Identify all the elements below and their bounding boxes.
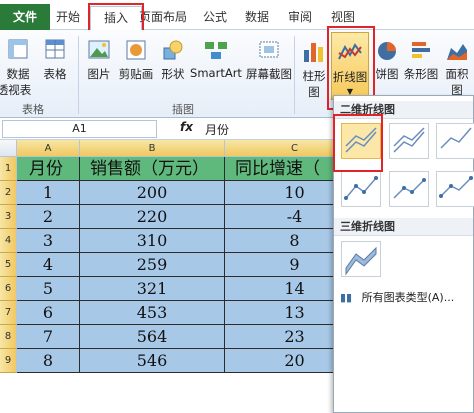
row-header[interactable]: 5 [0,253,17,277]
tab-review[interactable]: 审阅 [283,6,317,28]
shapes-label: 形状 [161,67,185,81]
chart-type-stacked-line-markers[interactable] [389,171,429,207]
header-cell[interactable]: 月份 [17,157,80,181]
row-header[interactable]: 9 [0,349,17,373]
row-header[interactable]: 3 [0,205,17,229]
picture-label: 图片 [87,67,111,81]
column-header-b[interactable]: B [80,140,225,157]
highlight-line-chart-option [333,114,383,172]
chart-type-3d-line[interactable] [341,241,381,277]
table-icon [45,39,65,59]
column-chart-label: 柱形图 [302,69,326,99]
data-cell[interactable]: 6 [17,301,80,325]
screenshot-label: 屏幕截图 [246,67,292,81]
screenshot-icon [259,41,279,58]
formula-value[interactable]: 月份 [205,121,229,138]
header-cell[interactable]: 销售额（万元） [80,157,225,181]
row-header[interactable]: 8 [0,325,17,349]
pie-chart-icon [378,42,396,60]
data-cell[interactable]: 5 [17,277,80,301]
shapes-button[interactable]: 形状 [156,38,190,82]
chart-type-stacked-line[interactable] [389,123,429,159]
data-cell[interactable]: 4 [17,253,80,277]
data-cell[interactable]: 1 [17,181,80,205]
chart-type-line-markers[interactable] [341,171,381,207]
row-header[interactable]: 4 [0,229,17,253]
bar-chart-label: 条形图 [403,67,439,81]
screenshot-button[interactable]: 屏幕截图 [244,38,294,82]
bar-chart-icon [412,42,430,58]
highlight-insert-tab [88,3,144,33]
chart-icon: ▮▮ [340,291,353,304]
chart-type-100-stacked-line-markers[interactable] [436,171,474,207]
column-chart-icon [304,43,323,62]
area-chart-button[interactable]: 面积图 [440,38,474,98]
table-button[interactable]: 表格 [38,38,72,82]
picture-icon [88,40,110,59]
row-header[interactable]: 1 [0,157,17,181]
section-3d-line: 三维折线图 [334,218,473,236]
tab-view[interactable]: 视图 [326,6,360,28]
clipart-label: 剪贴画 [118,67,154,81]
ribbon-separator [78,36,79,114]
clipart-icon [126,40,146,60]
area-chart-label: 面积图 [445,67,469,97]
group-illustrations-label: 插图 [172,103,194,116]
data-cell[interactable]: 2 [17,205,80,229]
row-header[interactable]: 7 [0,301,17,325]
ribbon-separator [294,36,295,114]
pivot-table-label: 数据 [6,67,30,81]
row-header[interactable]: 6 [0,277,17,301]
data-cell[interactable]: 564 [80,325,225,349]
excel-window: 文件 开始 插入 页面布局 公式 数据 审阅 视图 数据 透视表 表格 表格 图… [0,0,474,413]
column-chart-button[interactable]: 柱形图 [297,38,331,100]
smartart-icon [205,42,227,59]
picture-button[interactable]: 图片 [84,38,114,82]
name-box[interactable]: A1 [2,120,157,138]
fx-icon[interactable]: fx [180,120,193,134]
select-all-corner[interactable] [0,140,17,157]
data-cell[interactable]: 200 [80,181,225,205]
data-cell[interactable]: 321 [80,277,225,301]
ribbon-tab-bar: 文件 开始 插入 页面布局 公式 数据 审阅 视图 [0,0,474,31]
row-header[interactable]: 2 [0,181,17,205]
data-cell[interactable]: 7 [17,325,80,349]
clipart-button[interactable]: 剪贴画 [116,38,156,82]
all-chart-types-label: 所有图表类型(A)... [361,291,455,304]
pie-chart-button[interactable]: 饼图 [372,38,402,82]
all-chart-types-item[interactable]: ▮▮ 所有图表类型(A)... [340,289,454,305]
data-cell[interactable]: 546 [80,349,225,373]
data-cell[interactable]: 453 [80,301,225,325]
shapes-icon [163,40,183,60]
bar-chart-button[interactable]: 条形图 [402,38,440,82]
smartart-label: SmartArt [190,66,242,80]
tab-page-layout[interactable]: 页面布局 [137,6,189,28]
tab-data[interactable]: 数据 [240,6,274,28]
data-cell[interactable]: 3 [17,229,80,253]
area-chart-icon [447,44,467,60]
pivot-table-button[interactable]: 数据 透视表 [0,38,34,98]
tab-formulas[interactable]: 公式 [198,6,232,28]
data-cell[interactable]: 310 [80,229,225,253]
data-cell[interactable]: 259 [80,253,225,277]
table-label: 表格 [43,67,67,81]
pivot-table-icon [8,39,28,59]
pivot-table-sublabel: 透视表 [0,83,32,97]
data-cell[interactable]: 8 [17,349,80,373]
chart-type-100-stacked-line[interactable] [436,123,474,159]
tab-home[interactable]: 开始 [50,6,86,28]
smartart-button[interactable]: SmartArt [190,38,242,80]
pie-chart-label: 饼图 [375,67,399,81]
group-tables-label: 表格 [22,103,44,116]
data-cell[interactable]: 220 [80,205,225,229]
tab-file[interactable]: 文件 [0,4,50,30]
column-header-a[interactable]: A [17,140,80,157]
